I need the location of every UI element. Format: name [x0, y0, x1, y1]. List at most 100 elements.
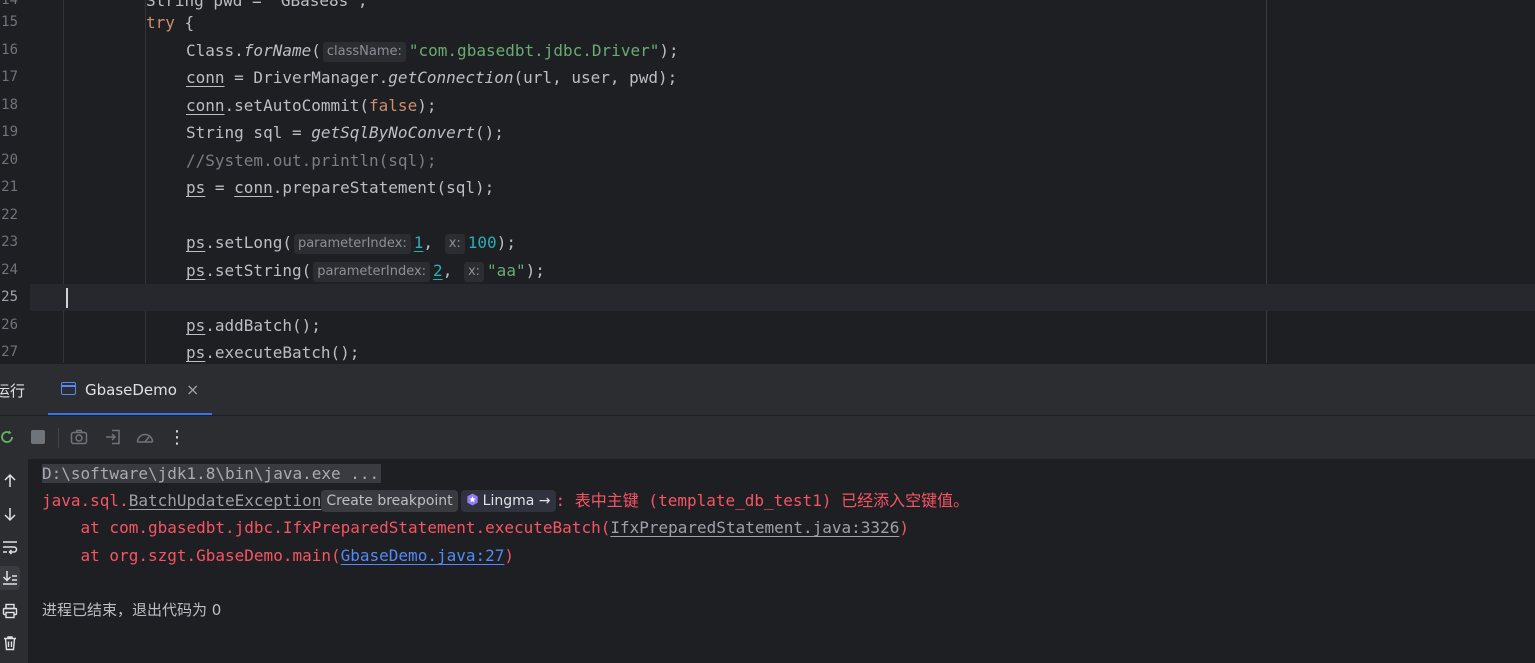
parameter-hint: parameterIndex: — [313, 262, 431, 282]
code-text: ps.addBatch(); — [186, 312, 321, 339]
exit-button[interactable] — [100, 424, 126, 450]
console-output[interactable]: D:\software\jdk1.8\bin\java.exe ... java… — [29, 459, 1535, 663]
parameter-hint: x: — [444, 234, 465, 254]
code-line[interactable]: 24 ps.setString(parameterIndex: 2, x: "aa"… — [0, 257, 1535, 284]
stop-button[interactable] — [25, 424, 51, 450]
code-token: (); — [475, 123, 504, 142]
method-name: getConnection — [388, 68, 514, 87]
code-token: .setLong( — [205, 233, 292, 252]
stack-trace-link[interactable]: IfxPreparedStatement.java:3326 — [610, 518, 899, 537]
scroll-to-end-button[interactable] — [0, 566, 20, 590]
tool-window-title[interactable]: 运行 — [0, 380, 25, 401]
soft-wrap-button[interactable] — [0, 535, 20, 559]
gauge-icon — [136, 433, 154, 443]
code-token: { — [174, 13, 195, 32]
lingma-label: Lingma — [482, 493, 535, 509]
variable: ps — [186, 261, 206, 280]
line-number: 26 — [1, 317, 18, 333]
code-token: .setAutoCommit( — [224, 96, 370, 115]
process-finished-message: 进程已结束，退出代码为 0 — [42, 601, 222, 619]
line-number: 23 — [1, 234, 18, 250]
scroll-to-end-icon — [2, 571, 17, 585]
code-line[interactable]: 15 try { — [0, 9, 1535, 36]
code-line[interactable]: 19 String sql = getSqlByNoConvert(); — [0, 119, 1535, 146]
ide-window: 14 String pwd = "GBase8s"; 15 try { 16 C… — [0, 0, 1535, 663]
line-number: 20 — [1, 152, 18, 168]
method-name: forName — [243, 41, 312, 60]
toolbar-separator — [58, 428, 59, 448]
line-number: 16 — [1, 42, 18, 58]
code-line[interactable]: 18 conn.setAutoCommit(false); — [0, 92, 1535, 119]
string-literal: "aa" — [487, 261, 526, 280]
console-line: D:\software\jdk1.8\bin\java.exe ... — [42, 460, 382, 487]
code-text: Class.forName(className: "com.gbasedbt.jd… — [186, 37, 679, 64]
keyword: try — [146, 13, 175, 32]
lingma-button[interactable]: Lingma → — [460, 490, 556, 512]
close-icon[interactable]: × — [186, 380, 199, 399]
line-number: 21 — [1, 179, 18, 195]
line-number: 18 — [1, 97, 18, 113]
tab-label: GbaseDemo — [85, 381, 177, 399]
screenshot-button[interactable] — [66, 424, 92, 450]
console-line: at org.szgt.GbaseDemo.main(GbaseDemo.jav… — [42, 542, 515, 569]
print-button[interactable] — [0, 599, 20, 623]
rerun-button[interactable] — [0, 424, 20, 450]
code-token: Class. — [186, 41, 244, 60]
code-line[interactable]: 22 — [0, 202, 1535, 229]
code-token: , — [423, 233, 434, 252]
console-line: at com.gbasedbt.jdbc.IfxPreparedStatemen… — [42, 514, 909, 541]
code-text: ps.setLong(parameterIndex: 1, x: 100); — [186, 229, 516, 256]
code-text: conn = DriverManager.getConnection(url, … — [186, 64, 677, 91]
code-line[interactable]: 26 ps.addBatch(); — [0, 312, 1535, 339]
exception-message: : 表中主键 (template_db_test1) 已经添入空键值。 — [555, 491, 970, 510]
down-stack-button[interactable] — [0, 502, 20, 526]
run-tool-window-header: 运行 GbaseDemo × — [0, 363, 1535, 416]
keyword: false — [369, 96, 418, 115]
stack-trace-text: at org.szgt.GbaseDemo.main( — [42, 546, 341, 565]
parameter-hint: className: — [322, 42, 406, 62]
clear-all-button[interactable] — [0, 631, 20, 655]
create-breakpoint-button[interactable]: Create breakpoint — [321, 490, 458, 512]
code-line[interactable]: 17 conn = DriverManager.getConnection(ur… — [0, 64, 1535, 91]
code-token: .prepareStatement(sql); — [272, 178, 495, 197]
profiler-button[interactable] — [132, 424, 158, 450]
trash-icon — [4, 636, 16, 651]
printer-icon — [2, 603, 18, 619]
code-token: .executeBatch(); — [205, 343, 360, 362]
exception-package: java.sql. — [42, 491, 129, 510]
code-token: (url, user, pwd); — [513, 68, 678, 87]
line-number: 25 — [1, 289, 18, 305]
code-line[interactable]: 27 ps.executeBatch(); — [0, 339, 1535, 363]
string-literal: "com.gbasedbt.jdbc.Driver" — [408, 41, 660, 60]
line-number: 22 — [1, 207, 18, 223]
code-text: ps.setString(parameterIndex: 2, x: "aa"); — [186, 257, 545, 284]
code-token: .addBatch(); — [205, 316, 321, 335]
code-token: = — [205, 178, 235, 197]
parameter-hint: parameterIndex: — [293, 234, 411, 254]
code-editor[interactable]: 14 String pwd = "GBase8s"; 15 try { 16 C… — [0, 0, 1535, 363]
more-options-button[interactable]: ⋮ — [164, 424, 190, 450]
variable: conn — [186, 96, 225, 115]
code-token: ( — [311, 41, 321, 60]
code-line[interactable]: 20 //System.out.println(sql); — [0, 147, 1535, 174]
code-line[interactable]: 23 ps.setLong(parameterIndex: 1, x: 100); — [0, 229, 1535, 256]
variable: conn — [234, 178, 273, 197]
command-line-text[interactable]: D:\software\jdk1.8\bin\java.exe ... — [42, 464, 382, 483]
exception-class-link[interactable]: BatchUpdateException — [129, 491, 322, 510]
tab-gbasedemo[interactable]: GbaseDemo × — [48, 364, 212, 416]
parameter-hint: x: — [463, 262, 485, 282]
stop-icon — [31, 430, 45, 444]
code-line[interactable]: 25 — [0, 284, 1535, 311]
arrow-right-icon: → — [538, 493, 551, 509]
code-text: ps = conn.prepareStatement(sql); — [186, 174, 494, 201]
code-token: ); — [525, 261, 545, 280]
code-text: try { — [146, 9, 194, 36]
up-stack-button[interactable] — [0, 469, 20, 493]
variable: ps — [186, 233, 206, 252]
code-token: ); — [659, 41, 679, 60]
code-line[interactable]: 16 Class.forName(className: "com.gbasedbt… — [0, 37, 1535, 64]
stack-trace-link[interactable]: GbaseDemo.java:27 — [341, 546, 505, 565]
code-token: String sql = — [186, 123, 312, 142]
stack-trace-text: ) — [504, 546, 515, 565]
code-line[interactable]: 21 ps = conn.prepareStatement(sql); — [0, 174, 1535, 201]
